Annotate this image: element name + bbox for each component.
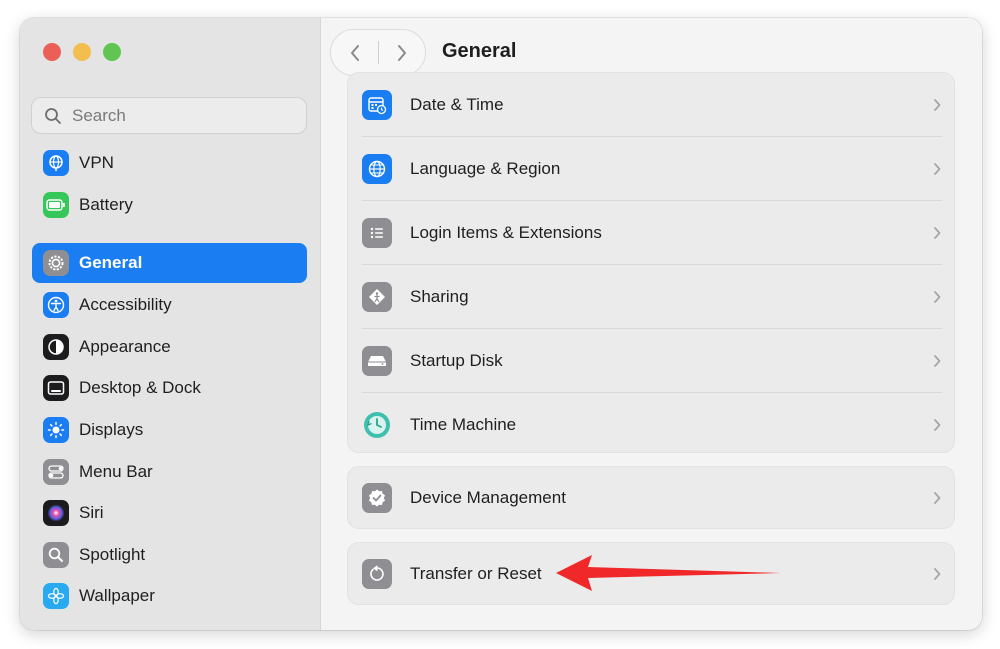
magnifier-icon	[43, 542, 69, 568]
sidebar-item-label: General	[79, 253, 143, 272]
row-label: Device Management	[410, 488, 566, 507]
page-title: General	[442, 40, 517, 62]
sidebar-item-label: Desktop & Dock	[79, 378, 201, 397]
sidebar-item-label: Menu Bar	[79, 462, 153, 481]
chevron-right-icon	[934, 163, 941, 175]
row-sharing[interactable]: Sharing	[348, 265, 954, 329]
settings-window: VPN Battery General Accessibility Appear	[20, 18, 982, 630]
sidebar-item-label: Wallpaper	[79, 586, 155, 605]
battery-icon	[43, 192, 69, 218]
settings-group-general: Date & Time Language & Region Login Item…	[347, 72, 955, 453]
sidebar-item-general[interactable]: General	[32, 243, 307, 283]
chevron-right-icon	[934, 227, 941, 239]
gear-icon	[43, 250, 69, 276]
globe-icon	[362, 154, 392, 184]
row-label: Startup Disk	[410, 351, 503, 370]
sidebar-item-battery[interactable]: Battery	[32, 185, 307, 225]
sun-icon	[43, 417, 69, 443]
time-machine-icon	[362, 410, 392, 440]
row-label: Login Items & Extensions	[410, 223, 602, 242]
chevron-right-icon	[934, 492, 941, 504]
chevron-right-icon	[934, 419, 941, 431]
zoom-window-button[interactable]	[103, 43, 121, 61]
row-label: Transfer or Reset	[410, 564, 542, 583]
dock-icon	[43, 375, 69, 401]
appearance-icon	[43, 334, 69, 360]
chevron-left-icon	[350, 44, 359, 61]
sidebar-item-label: Displays	[79, 420, 144, 439]
back-button[interactable]	[331, 30, 378, 75]
row-time-machine[interactable]: Time Machine	[348, 393, 954, 457]
siri-icon	[43, 500, 69, 526]
navigation-controls	[330, 29, 426, 76]
chevron-right-icon	[934, 355, 941, 367]
row-login-items[interactable]: Login Items & Extensions	[348, 201, 954, 265]
sidebar-item-accessibility[interactable]: Accessibility	[32, 285, 307, 325]
sidebar-item-siri[interactable]: Siri	[32, 493, 307, 533]
sidebar-item-label: Siri	[79, 503, 104, 522]
sidebar-item-displays[interactable]: Displays	[32, 410, 307, 450]
sidebar-item-appearance[interactable]: Appearance	[32, 327, 307, 367]
row-language-region[interactable]: Language & Region	[348, 137, 954, 201]
search-icon	[45, 107, 61, 124]
row-date-time[interactable]: Date & Time	[348, 73, 954, 137]
vpn-globe-icon	[43, 150, 69, 176]
sidebar-item-vpn[interactable]: VPN	[32, 143, 307, 183]
row-label: Sharing	[410, 287, 469, 306]
row-startup-disk[interactable]: Startup Disk	[348, 329, 954, 393]
flower-icon	[43, 583, 69, 609]
toggles-icon	[43, 459, 69, 485]
sidebar-item-wallpaper[interactable]: Wallpaper	[32, 576, 307, 616]
content-pane: General Date & Time Language & Region Lo…	[321, 18, 982, 630]
row-device-management[interactable]: Device Management	[348, 466, 954, 530]
calendar-clock-icon	[362, 90, 392, 120]
chevron-right-icon	[934, 568, 941, 580]
row-label: Time Machine	[410, 415, 517, 434]
sidebar-item-menu-bar[interactable]: Menu Bar	[32, 452, 307, 492]
sidebar: VPN Battery General Accessibility Appear	[20, 18, 321, 630]
list-icon	[362, 218, 392, 248]
row-label: Date & Time	[410, 95, 504, 114]
chevron-right-icon	[934, 291, 941, 303]
chevron-right-icon	[397, 44, 406, 61]
forward-button[interactable]	[378, 30, 425, 75]
sidebar-item-label: Spotlight	[79, 545, 146, 564]
sidebar-item-label: Battery	[79, 195, 133, 214]
sidebar-item-label: Appearance	[79, 337, 171, 356]
sidebar-item-label: Accessibility	[79, 295, 172, 314]
settings-group-device-management: Device Management	[347, 466, 955, 529]
settings-group-transfer-reset: Transfer or Reset	[347, 542, 955, 605]
search-input[interactable]	[70, 104, 274, 127]
accessibility-icon	[43, 292, 69, 318]
sidebar-item-spotlight[interactable]: Spotlight	[32, 535, 307, 575]
row-label: Language & Region	[410, 159, 561, 178]
chevron-right-icon	[934, 99, 941, 111]
close-window-button[interactable]	[43, 43, 61, 61]
sharing-icon	[362, 282, 392, 312]
row-transfer-or-reset[interactable]: Transfer or Reset	[348, 542, 954, 606]
disk-icon	[362, 346, 392, 376]
sidebar-item-desktop-dock[interactable]: Desktop & Dock	[32, 368, 307, 408]
search-field[interactable]	[31, 97, 307, 134]
minimize-window-button[interactable]	[73, 43, 91, 61]
sidebar-item-label: VPN	[79, 153, 114, 172]
reset-icon	[362, 559, 392, 589]
checkmark-seal-icon	[362, 483, 392, 513]
